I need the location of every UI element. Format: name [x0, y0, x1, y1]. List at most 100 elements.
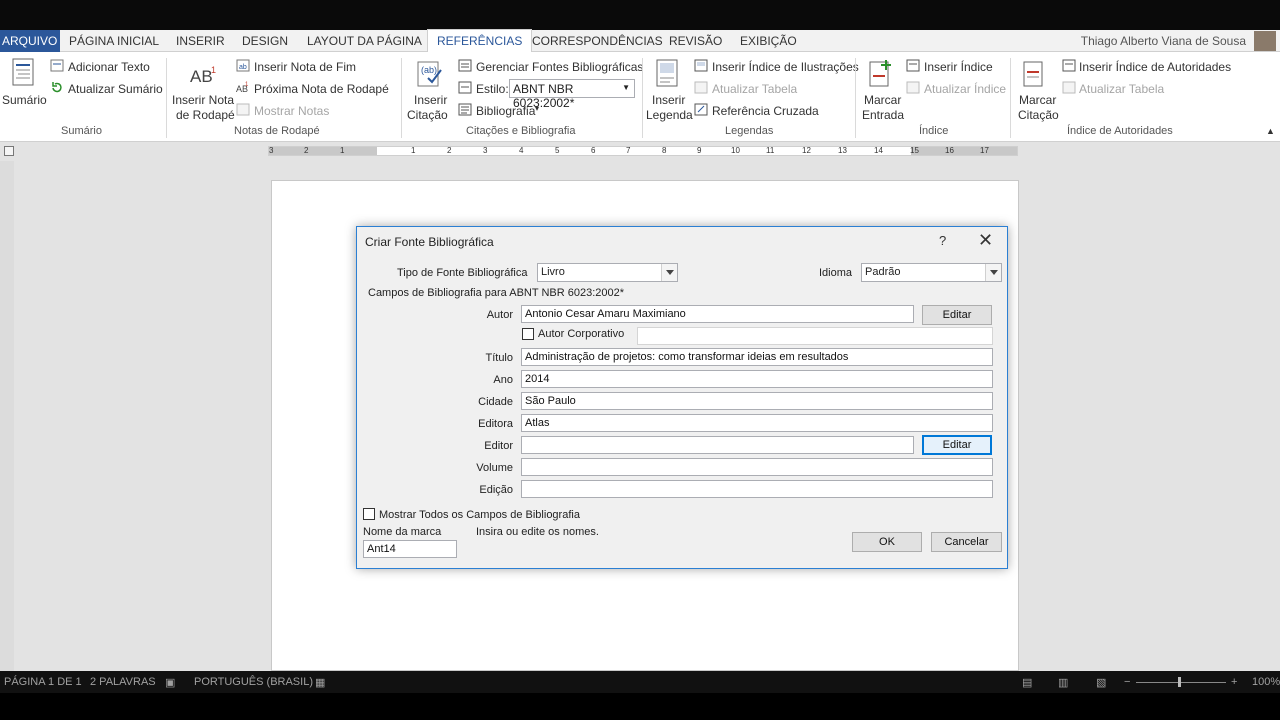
footnote-icon[interactable]: AB 1: [190, 64, 218, 86]
toc-button[interactable]: Sumário: [2, 93, 47, 107]
edition-field[interactable]: [521, 480, 993, 498]
ruler-tick: 12: [802, 146, 811, 155]
tab-pagina-inicial[interactable]: PÁGINA INICIAL: [69, 34, 159, 48]
insert-authorities-button[interactable]: Inserir Índice de Autoridades: [1079, 60, 1231, 74]
tab-layout[interactable]: LAYOUT DA PÁGINA: [307, 34, 422, 48]
update-toc-button[interactable]: Atualizar Sumário: [68, 82, 163, 96]
insert-citation-line1[interactable]: Inserir: [414, 93, 447, 107]
macro-icon[interactable]: ▦: [315, 676, 325, 689]
insert-figures-index-button[interactable]: Inserir Índice de Ilustrações: [712, 60, 859, 74]
corporate-author-checkbox[interactable]: [522, 328, 534, 340]
ribbon-tabs: ARQUIVO PÁGINA INICIAL INSERIR DESIGN LA…: [0, 29, 1280, 53]
edit-editor-button[interactable]: Editar: [922, 435, 992, 455]
language-status[interactable]: PORTUGUÊS (BRASIL): [194, 676, 313, 688]
proofing-icon[interactable]: ▣: [165, 676, 175, 689]
mark-entry-icon[interactable]: [868, 58, 894, 88]
ruler-tick: 8: [662, 146, 667, 155]
divider: [642, 58, 643, 138]
zoom-slider-handle[interactable]: [1178, 677, 1181, 687]
group-legendas: Legendas: [725, 125, 774, 137]
svg-text:1: 1: [245, 82, 249, 88]
corporate-author-field[interactable]: [637, 327, 993, 345]
close-icon[interactable]: ✕: [978, 230, 993, 251]
author-field[interactable]: Antonio Cesar Amaru Maximiano: [521, 305, 914, 323]
ruler-left-margin: [269, 147, 377, 155]
tab-inserir[interactable]: INSERIR: [176, 34, 225, 48]
user-name[interactable]: Thiago Alberto Viana de Sousa: [1081, 34, 1246, 48]
next-footnote-button[interactable]: Próxima Nota de Rodapé: [254, 82, 389, 96]
tab-exibicao[interactable]: EXIBIÇÃO: [740, 34, 797, 48]
update-index-button[interactable]: Atualizar Índice: [924, 82, 1006, 96]
update-table-icon: [694, 81, 708, 94]
insert-caption-icon[interactable]: [656, 59, 678, 87]
insert-endnote-button[interactable]: Inserir Nota de Fim: [254, 60, 356, 74]
language-select[interactable]: Padrão: [861, 263, 1002, 282]
volume-field[interactable]: [521, 458, 993, 476]
collapse-ribbon-icon[interactable]: ▲: [1266, 126, 1275, 136]
publisher-field[interactable]: Atlas: [521, 414, 993, 432]
insert-caption-line2[interactable]: Legenda: [646, 108, 693, 122]
tag-name-field[interactable]: Ant14: [363, 540, 457, 558]
ruler-tick: 15: [910, 146, 919, 155]
read-mode-icon[interactable]: ▤: [1022, 676, 1032, 689]
tab-stop-icon[interactable]: [4, 146, 14, 156]
mark-entry-line1[interactable]: Marcar: [864, 93, 901, 107]
mark-citation-line1[interactable]: Marcar: [1019, 93, 1056, 107]
ruler-tick: 3: [269, 146, 274, 155]
zoom-in-icon[interactable]: +: [1231, 676, 1237, 688]
show-all-fields-checkbox[interactable]: [363, 508, 375, 520]
show-notes-button[interactable]: Mostrar Notas: [254, 104, 329, 118]
style-select[interactable]: ABNT NBR 6023:2002* ▼: [509, 79, 635, 110]
city-field[interactable]: São Paulo: [521, 392, 993, 410]
insert-citation-line2[interactable]: Citação: [407, 108, 448, 122]
ruler-tick: 16: [945, 146, 954, 155]
zoom-out-icon[interactable]: −: [1124, 676, 1130, 688]
insert-citation-icon[interactable]: (ab): [416, 58, 444, 88]
vertical-ruler[interactable]: [0, 161, 14, 671]
help-button[interactable]: ?: [939, 233, 946, 248]
avatar[interactable]: [1254, 31, 1276, 51]
insert-index-button[interactable]: Inserir Índice: [924, 60, 993, 74]
edit-author-button[interactable]: Editar: [922, 305, 992, 325]
insert-index-icon: [906, 59, 920, 72]
page-count[interactable]: PÁGINA 1 DE 1: [4, 676, 82, 688]
horizontal-ruler[interactable]: 3 2 1 1 2 3 4 5 6 7 8 9 10 11 12 13 14 1…: [268, 146, 1018, 156]
mark-entry-line2[interactable]: Entrada: [862, 108, 904, 122]
update-authorities-button[interactable]: Atualizar Tabela: [1079, 82, 1164, 96]
title-field[interactable]: Administração de projetos: como transfor…: [521, 348, 993, 366]
ruler-tick: 4: [519, 146, 524, 155]
ribbon: Sumário Adicionar Texto Atualizar Sumári…: [0, 52, 1280, 142]
tab-design[interactable]: DESIGN: [242, 34, 288, 48]
status-bar: PÁGINA 1 DE 1 2 PALAVRAS ▣ PORTUGUÊS (BR…: [0, 671, 1280, 693]
insert-footnote-line1[interactable]: Inserir Nota: [172, 93, 234, 107]
zoom-level[interactable]: 100%: [1252, 676, 1280, 688]
cross-reference-button[interactable]: Referência Cruzada: [712, 104, 819, 118]
zoom-slider[interactable]: [1136, 682, 1226, 683]
svg-text:1: 1: [211, 65, 216, 75]
insert-caption-line1[interactable]: Inserir: [652, 93, 685, 107]
insert-footnote-line2[interactable]: de Rodapé: [176, 108, 235, 122]
refresh-icon: [50, 81, 64, 94]
tab-arquivo[interactable]: ARQUIVO: [0, 30, 61, 52]
endnote-icon: ab: [236, 59, 250, 72]
ok-button[interactable]: OK: [852, 532, 922, 552]
bibliography-button[interactable]: Bibliografia: [476, 104, 535, 118]
cancel-button[interactable]: Cancelar: [931, 532, 1002, 552]
update-table-button[interactable]: Atualizar Tabela: [712, 82, 797, 96]
mark-citation-line2[interactable]: Citação: [1018, 108, 1059, 122]
tab-revisao[interactable]: REVISÃO: [669, 34, 722, 48]
print-layout-icon[interactable]: ▥: [1058, 676, 1068, 689]
table-of-contents-icon[interactable]: [12, 58, 34, 86]
source-type-select[interactable]: Livro: [537, 263, 678, 282]
tab-correspondencias[interactable]: CORRESPONDÊNCIAS: [532, 34, 663, 48]
web-layout-icon[interactable]: ▧: [1096, 676, 1106, 689]
tab-referencias[interactable]: REFERÊNCIAS: [427, 29, 533, 53]
editor-field[interactable]: [521, 436, 914, 454]
bibliography-icon: [458, 103, 472, 116]
year-label: Ano: [493, 374, 513, 386]
mark-citation-icon[interactable]: [1022, 58, 1048, 88]
word-count[interactable]: 2 PALAVRAS: [90, 676, 156, 688]
manage-sources-button[interactable]: Gerenciar Fontes Bibliográficas: [476, 60, 643, 74]
year-field[interactable]: 2014: [521, 370, 993, 388]
add-text-button[interactable]: Adicionar Texto: [68, 60, 150, 74]
